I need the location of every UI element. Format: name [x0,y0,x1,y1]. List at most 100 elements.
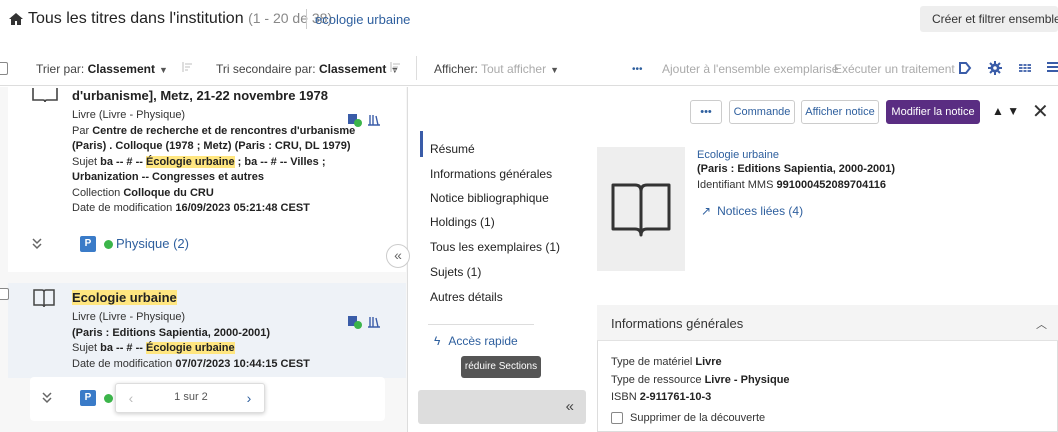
section-subjects[interactable]: Sujets (1) [430,265,481,279]
pager-label: 1 sur 2 [174,391,208,403]
display-dropdown[interactable]: Afficher: Tout afficher ▼ [434,62,559,76]
subject-highlight: Écologie urbaine [145,155,235,168]
columns-icon[interactable] [1018,61,1032,75]
section-bib-record[interactable]: Notice bibliographique [430,191,549,205]
record-author[interactable]: Centre de recherche et de rencontres d'u… [92,125,355,137]
pager-next-button[interactable]: › [234,384,264,412]
record-title[interactable]: d'urbanisme], Metz, 21-22 novembre 1978 [72,88,328,103]
header-divider [306,9,307,29]
search-query[interactable]: ecologie urbaine [315,12,410,27]
material-value: Livre [695,356,722,368]
sort-label: Trier par: [36,62,85,76]
section-holdings[interactable]: Holdings (1) [430,215,495,229]
view-record-button[interactable]: Afficher notice [801,100,879,124]
external-link-icon: ↗ [701,204,712,218]
secondary-sort-label: Tri secondaire par: [216,62,316,76]
subject-cont: Urbanization -- Congresses et autres [72,171,264,183]
quick-access-link[interactable]: ϟ Accès rapide [434,334,518,348]
secondary-sort-order-icon[interactable] [388,60,402,74]
suppress-discovery-checkbox[interactable] [611,412,623,424]
mms-id: 991000452089704116 [776,179,886,191]
expand-chevron-icon[interactable] [30,236,44,250]
caret-down-icon: ▼ [158,65,168,75]
isbn-label: ISBN [611,391,640,403]
display-value: Tout afficher [480,62,547,76]
material-type-row: Type de matériel Livre [611,356,722,368]
record-collection: Colloque du CRU [123,186,214,199]
holdings-link[interactable]: Physique (2) [116,236,189,251]
section-other-details[interactable]: Autres détails [430,290,503,304]
more-actions-button[interactable]: ••• [632,64,643,75]
sort-value: Classement [87,62,155,76]
create-set-button[interactable]: Créer et filtrer ensemble [920,6,1058,32]
subject-part: ; ba -- # -- Villes ; [234,155,326,168]
caret-down-icon: ▼ [550,65,560,75]
sort-dropdown[interactable]: Trier par: Classement ▼ [36,62,168,76]
author-prefix: Par [72,124,93,137]
chevron-up-icon[interactable]: ︿ [1036,316,1047,332]
availability-dot [104,394,113,403]
section-resume[interactable]: Résumé [430,142,475,156]
edit-record-button[interactable]: Modifier la notice [886,100,980,124]
section-general-info[interactable]: Informations générales [430,167,552,181]
section-all-items[interactable]: Tous les exemplaires (1) [430,240,560,254]
record-details: Livre (Livre - Physique) (Paris : Editio… [72,310,310,372]
modified-prefix: Date de modification [72,202,176,214]
record-title-text: Ecologie urbaine [72,290,177,305]
book-icon [33,287,59,309]
select-all-checkbox[interactable] [0,62,8,75]
record-subject-line: Sujet ba -- # -- Écologie urbaine [72,341,310,357]
record-modified-line: Date de modification 16/09/2023 05:21:48… [72,201,355,217]
record-checkbox[interactable] [0,288,9,300]
resource-label: Type de ressource [611,374,705,386]
secondary-sort-dropdown[interactable]: Tri secondaire par: Classement ▼ [216,62,399,76]
pager-prev-button[interactable]: ‹ [116,384,146,412]
close-icon[interactable]: ✕ [1032,99,1049,124]
record-title[interactable]: Ecologie urbaine [72,290,177,305]
sort-order-icon[interactable] [180,60,194,74]
pager: ‹ 1 sur 2 › [115,383,265,413]
collapse-sections-tooltip: réduire Sections [461,356,541,378]
export-icon[interactable] [958,61,972,75]
home-icon[interactable] [8,11,24,27]
detail-mms: Identifiant MMS 991000452089704116 [697,179,886,191]
linked-records-label: Notices liées (4) [717,204,804,218]
record-nav-arrows[interactable]: ▲ ▼ [992,104,1019,118]
add-to-set-button[interactable]: Ajouter à l'ensemble exemplarisé [662,62,838,76]
suppress-discovery-label: Supprimer de la découverte [630,412,766,424]
page-title: Tous les titres dans l'institution (1 - … [28,10,332,28]
book-icon [32,88,58,110]
record-type: Livre (Livre - Physique) [72,311,186,323]
detail-title-link[interactable]: Ecologie urbaine [697,149,779,161]
linked-records-link[interactable]: ↗ Notices liées (4) [701,204,803,218]
more-options-button[interactable]: ••• [690,100,722,124]
detail-publisher-text: (Paris : Editions Sapientia, 2000-2001) [697,163,896,175]
isbn-value: 2-911761-10-3 [639,391,712,403]
record-modified: 16/09/2023 05:21:48 CEST [175,202,310,214]
record-details: Livre (Livre - Physique) Par Centre de r… [72,108,355,217]
expand-chevron-icon[interactable] [40,390,54,404]
record-publisher: (Paris : Editions Sapientia, 2000-2001) [72,326,271,339]
list-view-icon[interactable] [1046,61,1058,75]
record-modified: 07/07/2023 10:44:15 CEST [175,357,310,370]
subject-prefix: Sujet [72,155,101,168]
collapse-sections-button[interactable]: « [418,390,586,424]
page-title-text: Tous les titres dans l'institution [28,10,244,27]
collapse-list-button[interactable]: « [386,244,410,268]
nav-divider [428,324,534,325]
modified-prefix: Date de modification [72,357,176,370]
record-thumbnail [597,147,685,271]
gear-icon[interactable] [988,61,1002,75]
subject-prefix: Sujet [72,342,101,354]
detail-publisher: (Paris : Editions Sapientia, 2000-2001) [697,163,895,175]
run-process-button[interactable]: Exécuter un traitement [834,62,955,76]
material-label: Type de matériel [611,356,696,368]
record-modified-line: Date de modification 07/07/2023 10:44:15… [72,357,310,373]
secondary-sort-value: Classement [318,62,387,76]
subject-part: ba -- # -- [100,155,146,168]
display-label: Afficher: [434,62,478,76]
order-button[interactable]: Commande [729,100,795,124]
subject-highlight: Écologie urbaine [145,342,235,354]
record-subject-line: Sujet ba -- # -- Écologie urbaine ; ba -… [72,155,355,171]
mms-label: Identifiant MMS [697,179,777,191]
